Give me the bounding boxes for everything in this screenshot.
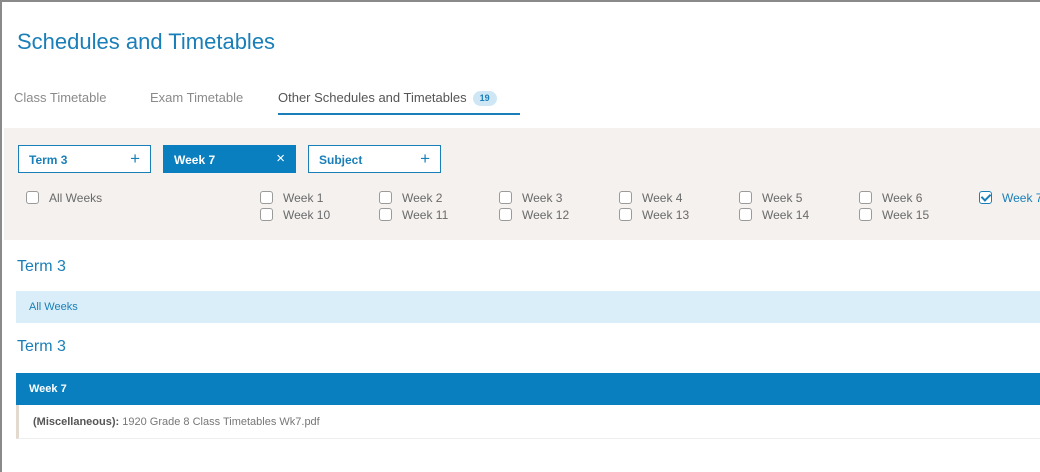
checkbox-box[interactable]	[619, 191, 632, 204]
tab-class-timetable[interactable]: Class Timetable	[14, 90, 106, 105]
checkbox-week-7[interactable]: Week 7	[979, 191, 1040, 205]
count-badge: 19	[472, 91, 497, 106]
subject-filter-chip[interactable]: Subject +	[308, 145, 441, 173]
checkbox-week-1[interactable]: Week 1	[260, 191, 323, 205]
section-title-term: Term 3	[17, 338, 66, 355]
checkbox-week-2[interactable]: Week 2	[379, 191, 442, 205]
group-bar-all-weeks[interactable]: All Weeks	[16, 291, 1040, 323]
section-title-term: Term 3	[17, 258, 66, 275]
checkbox-week-4[interactable]: Week 4	[619, 191, 682, 205]
checkbox-box[interactable]	[739, 208, 752, 221]
checkbox-box[interactable]	[499, 191, 512, 204]
checkbox-box[interactable]	[379, 191, 392, 204]
app-frame: Schedules and Timetables Class Timetable…	[0, 0, 1040, 472]
checkbox-box[interactable]	[499, 208, 512, 221]
checkbox-box[interactable]	[26, 191, 39, 204]
file-category: (Miscellaneous):	[33, 416, 120, 428]
checkbox-week-12[interactable]: Week 12	[499, 208, 569, 222]
group-bar-week-7[interactable]: Week 7	[16, 373, 1040, 405]
checkbox-box[interactable]	[260, 208, 273, 221]
checkbox-week-13[interactable]: Week 13	[619, 208, 689, 222]
close-icon[interactable]: ×	[276, 150, 285, 167]
checkbox-box[interactable]	[379, 208, 392, 221]
checkbox-week-14[interactable]: Week 14	[739, 208, 809, 222]
plus-icon: +	[420, 149, 430, 168]
checkbox-box-checked[interactable]	[979, 191, 992, 204]
page-title: Schedules and Timetables	[17, 29, 276, 54]
file-link[interactable]: 1920 Grade 8 Class Timetables Wk7.pdf	[122, 416, 319, 428]
term-filter-chip[interactable]: Term 3 +	[18, 145, 151, 173]
checkbox-box[interactable]	[859, 191, 872, 204]
tab-exam-timetable[interactable]: Exam Timetable	[150, 90, 243, 105]
checkbox-box[interactable]	[619, 208, 632, 221]
week-filter-chip[interactable]: Week 7 ×	[163, 145, 296, 173]
checkbox-box[interactable]	[859, 208, 872, 221]
checkbox-week-3[interactable]: Week 3	[499, 191, 562, 205]
checkbox-box[interactable]	[260, 191, 273, 204]
filter-panel: Term 3 + Week 7 × Subject + All Weeks We…	[4, 128, 1040, 240]
active-tab-underline	[278, 113, 520, 115]
checkbox-all-weeks[interactable]: All Weeks	[26, 191, 102, 205]
tab-other-schedules[interactable]: Other Schedules and Timetables 19	[278, 90, 497, 106]
checkbox-week-11[interactable]: Week 11	[379, 208, 448, 222]
checkbox-week-6[interactable]: Week 6	[859, 191, 922, 205]
checkbox-week-10[interactable]: Week 10	[260, 208, 330, 222]
checkbox-box[interactable]	[739, 191, 752, 204]
checkbox-week-5[interactable]: Week 5	[739, 191, 802, 205]
plus-icon: +	[130, 149, 140, 168]
checkbox-week-15[interactable]: Week 15	[859, 208, 929, 222]
file-row: (Miscellaneous): 1920 Grade 8 Class Time…	[16, 405, 1040, 439]
